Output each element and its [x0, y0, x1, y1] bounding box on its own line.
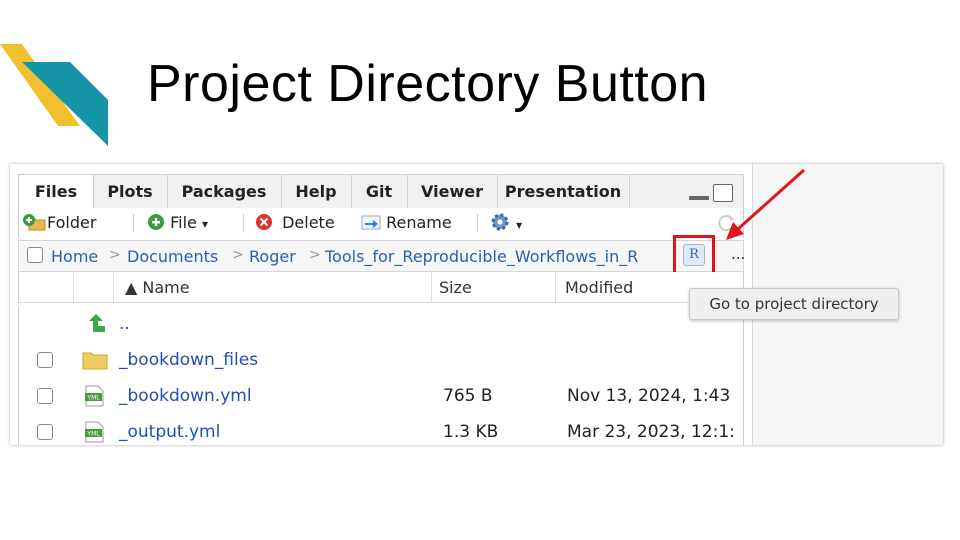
breadcrumb-current-wrap: Tools_for_Reproducible_Workflows_in_R: [325, 241, 665, 271]
refresh-icon[interactable]: [717, 213, 737, 233]
file-name[interactable]: _bookdown.yml: [119, 386, 252, 406]
minimize-icon[interactable]: [689, 196, 709, 200]
slide-title: Project Directory Button: [147, 55, 709, 113]
select-all-checkbox[interactable]: [27, 247, 43, 263]
svg-text:YML: YML: [86, 395, 100, 402]
delete-button[interactable]: Delete: [255, 212, 335, 234]
breadcrumb: Home > Documents > Roger > Tools_for_Rep…: [18, 235, 745, 275]
file-name[interactable]: _bookdown_files: [119, 350, 258, 370]
column-divider: [113, 272, 114, 302]
file-size: 765 B: [443, 386, 493, 406]
column-header-name[interactable]: ▲ Name: [125, 278, 190, 297]
breadcrumb-roger[interactable]: Roger: [249, 247, 296, 266]
tab-packages[interactable]: Packages: [167, 175, 282, 208]
breadcrumb-separator: >: [109, 247, 121, 263]
rename-icon: [361, 215, 381, 230]
column-header-size[interactable]: Size: [439, 278, 472, 297]
list-item[interactable]: YML _output.yml 1.3 KB Mar 23, 2023, 12:…: [18, 414, 744, 445]
new-folder-label: Folder: [47, 213, 97, 232]
column-divider: [73, 272, 74, 302]
file-name[interactable]: ..: [119, 314, 130, 334]
file-size: 1.3 KB: [443, 422, 499, 442]
file-name[interactable]: _output.yml: [119, 422, 220, 442]
add-file-icon: [148, 214, 164, 230]
delete-icon: [256, 214, 272, 230]
file-modified: Nov 13, 2024, 1:43: [567, 386, 731, 406]
rename-label: Rename: [386, 213, 452, 232]
more-actions-button[interactable]: ▾: [489, 212, 522, 234]
folder-icon: [82, 352, 108, 370]
new-folder-icon: [23, 214, 46, 231]
list-item[interactable]: YML _bookdown.yml 765 B Nov 13, 2024, 1:…: [18, 378, 744, 414]
new-folder-button[interactable]: Folder: [23, 212, 96, 234]
column-divider: [431, 272, 432, 302]
new-file-button[interactable]: File ▾: [147, 212, 208, 234]
row-checkbox[interactable]: [37, 352, 53, 368]
rename-button[interactable]: Rename: [361, 212, 452, 234]
yml-file-icon: YML: [85, 385, 104, 407]
files-toolbar: Folder File ▾ Delete Rename ▾: [18, 208, 744, 238]
decorative-corner-shape: [0, 44, 108, 146]
tooltip: Go to project directory: [689, 288, 899, 320]
tab-viewer[interactable]: Viewer: [407, 175, 498, 208]
breadcrumb-home[interactable]: Home: [51, 247, 98, 266]
more-path-button[interactable]: ...: [731, 245, 745, 263]
tab-files[interactable]: Files: [19, 175, 94, 208]
svg-text:YML: YML: [86, 431, 100, 438]
breadcrumb-separator: >: [309, 247, 321, 263]
chevron-down-icon: ▾: [201, 217, 208, 231]
chevron-down-icon: ▾: [516, 218, 523, 232]
tab-presentation[interactable]: Presentation: [497, 175, 630, 208]
toolbar-divider: [133, 214, 134, 232]
window-controls: [689, 184, 735, 204]
highlight-box: [673, 235, 715, 275]
toolbar-divider: [477, 214, 478, 232]
column-header-modified[interactable]: Modified: [565, 278, 633, 297]
file-modified: Mar 23, 2023, 12:1:: [567, 422, 735, 442]
tab-plots[interactable]: Plots: [93, 175, 168, 208]
gear-icon: [491, 213, 509, 231]
maximize-icon[interactable]: [713, 184, 733, 202]
file-list-header: ▲ Name Size Modified: [18, 272, 744, 303]
list-item[interactable]: _bookdown_files: [18, 342, 744, 378]
list-item[interactable]: ..: [18, 306, 744, 342]
tab-git[interactable]: Git: [351, 175, 408, 208]
breadcrumb-separator: >: [232, 247, 244, 263]
up-arrow-icon: [89, 314, 105, 332]
toolbar-divider: [243, 214, 244, 232]
new-file-label: File: [170, 213, 197, 232]
row-checkbox[interactable]: [37, 388, 53, 404]
column-divider: [555, 272, 556, 302]
pane-tabs: Files Plots Packages Help Git Viewer Pre…: [18, 174, 744, 208]
row-checkbox[interactable]: [37, 424, 53, 440]
delete-label: Delete: [282, 213, 335, 232]
tab-help[interactable]: Help: [281, 175, 352, 208]
yml-file-icon: YML: [85, 421, 104, 443]
breadcrumb-current-folder[interactable]: Tools_for_Reproducible_Workflows_in_R: [325, 247, 638, 266]
breadcrumb-documents[interactable]: Documents: [127, 247, 218, 266]
